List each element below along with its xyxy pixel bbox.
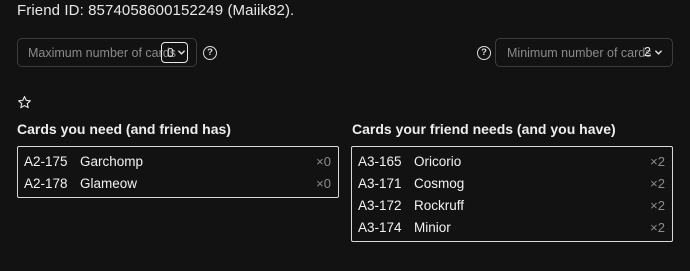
min-cards-value-box: 2	[644, 45, 663, 59]
max-cards-select[interactable]: Maximum number of cards 0	[17, 38, 197, 67]
card-row: A3-172 Rockruff ×2	[352, 194, 672, 216]
chevron-down-icon	[178, 50, 185, 55]
max-cards-help-icon[interactable]: ?	[203, 46, 217, 60]
chevron-down-icon	[655, 49, 662, 55]
card-code: A3-165	[358, 153, 402, 169]
card-name: Minior	[414, 219, 451, 235]
min-cards-select[interactable]: Minimum number of cards 2	[495, 38, 673, 67]
card-quantity: ×2	[650, 219, 665, 235]
card-code: A3-174	[358, 219, 402, 235]
card-quantity: ×2	[650, 175, 665, 191]
min-cards-help-icon[interactable]: ?	[477, 46, 491, 60]
max-cards-label: Maximum number of cards	[28, 45, 176, 60]
min-cards-value: 2	[644, 45, 651, 59]
cards-you-need-title: Cards you need (and friend has)	[17, 121, 231, 137]
cards-you-need-list: A2-175 Garchomp ×0 A2-178 Glameow ×0	[17, 146, 339, 198]
cards-friend-needs-list: A3-165 Oricorio ×2 A3-171 Cosmog ×2 A3-1…	[351, 146, 673, 242]
card-row: A3-171 Cosmog ×2	[352, 172, 672, 194]
cards-friend-needs-title: Cards your friend needs (and you have)	[352, 121, 616, 137]
card-code: A3-171	[358, 175, 402, 191]
card-name: Rockruff	[414, 197, 465, 213]
max-cards-value: 0	[167, 45, 174, 60]
card-row: A2-175 Garchomp ×0	[18, 150, 338, 172]
card-code: A2-178	[24, 175, 68, 191]
card-name: Oricorio	[414, 153, 462, 169]
card-code: A2-175	[24, 153, 68, 169]
card-row: A3-174 Minior ×2	[352, 216, 672, 238]
max-cards-value-box[interactable]: 0	[161, 42, 188, 63]
card-quantity: ×0	[316, 175, 331, 191]
friend-id-text: Friend ID: 8574058600152249 (Maiik82).	[17, 2, 295, 19]
card-quantity: ×2	[650, 197, 665, 213]
card-name: Cosmog	[414, 175, 465, 191]
min-cards-label: Minimum number of cards	[507, 45, 652, 60]
card-row: A3-165 Oricorio ×2	[352, 150, 672, 172]
card-quantity: ×2	[650, 153, 665, 169]
card-name: Garchomp	[80, 153, 144, 169]
card-quantity: ×0	[316, 153, 331, 169]
star-outline-icon[interactable]	[17, 95, 32, 110]
card-name: Glameow	[80, 175, 138, 191]
card-row: A2-178 Glameow ×0	[18, 172, 338, 194]
card-code: A3-172	[358, 197, 402, 213]
